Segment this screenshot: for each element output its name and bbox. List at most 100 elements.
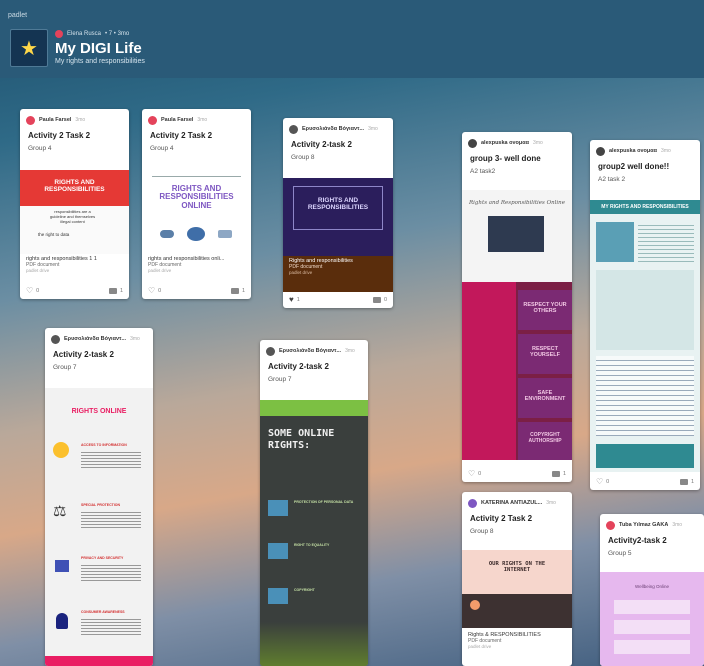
comment-button[interactable]: 1 <box>108 288 123 294</box>
like-button[interactable]: ♡ 0 <box>26 287 39 295</box>
like-button[interactable]: ♥ 1 <box>289 296 300 304</box>
poster-dark-band <box>462 594 572 628</box>
like-count: 0 <box>158 288 162 294</box>
post-title: Activity 2 Task 2 <box>28 131 91 140</box>
post-author: Ερυσολιάνδα Βόγιαντ... <box>302 126 365 132</box>
post-author: Tuba Yılmaz GAKA <box>619 522 669 528</box>
poster-text-block <box>638 222 694 262</box>
post-card[interactable]: alexpuska ονομαα 3mo group2 well done!! … <box>590 140 700 490</box>
heart-icon: ♡ <box>596 477 604 486</box>
poster-image <box>596 222 634 262</box>
post-author: alexpuska ονομαα <box>481 140 530 146</box>
like-button[interactable]: ♡ 0 <box>596 478 609 486</box>
attachment-preview[interactable]: Rights and Responsibilities Online <box>462 190 572 282</box>
tile: RESPECT YOURSELF <box>518 334 572 374</box>
post-title: Activity 2-task 2 <box>291 140 352 149</box>
post-card[interactable]: Ερυσολιάνδα Βόγιαντ... 3mo Activity 2-ta… <box>260 340 368 666</box>
heart-icon: ♡ <box>148 286 156 295</box>
section-label: PRIVACY AND SECURITY <box>81 556 124 560</box>
board-meta: • 7 • 3mo <box>105 31 130 37</box>
comment-icon <box>372 297 381 303</box>
poster-icons <box>160 226 232 242</box>
post-card[interactable]: KATERINA ANTIAZUL... 3mo Activity 2 Task… <box>462 492 572 666</box>
padlet-logo[interactable]: padlet <box>8 12 27 19</box>
post-header: Paula Farsel 3mo <box>142 109 251 127</box>
attachment-preview[interactable]: MY RIGHTS AND RESPONSIBILITIES <box>590 200 700 472</box>
attachment-source: padlet drive <box>148 268 172 273</box>
comment-count: 0 <box>383 297 387 303</box>
post-author: Ερυσολιάνδα Βόγιαντ... <box>64 336 127 342</box>
comment-button[interactable]: 1 <box>679 479 694 485</box>
poster-bottom <box>260 622 368 666</box>
attachment-preview[interactable]: Wellbeing Online <box>600 572 704 666</box>
tile: RESPECT YOUR OTHERS <box>518 290 572 330</box>
comment-count: 1 <box>690 479 694 485</box>
poster-title: Rights and Responsibilities Online <box>469 200 565 206</box>
poster-title: RIGHTS AND RESPONSIBILITIES <box>44 179 105 193</box>
attachment-info: rights and responsibilities onli... PDF … <box>142 254 251 275</box>
attachment-info: Rights and responsibilities PDF document… <box>283 256 393 292</box>
row-label: PROTECTION OF PERSONAL DATA <box>294 500 354 504</box>
attachment-info: Rights & RESPONSIBILITIES PDF document p… <box>462 630 572 651</box>
comment-count: 1 <box>562 471 566 477</box>
row-image <box>268 588 288 604</box>
post-card[interactable]: Paula Farsel 3mo Activity 2 Task 2 Group… <box>142 109 251 299</box>
post-card[interactable]: Paula Farsel 3mo Activity 2 Task 2 Group… <box>20 109 129 299</box>
section-label: ACCESS TO INFORMATION <box>81 443 127 447</box>
post-title: group 3- well done <box>470 154 541 163</box>
board-title: My DIGI Life <box>55 40 142 57</box>
attachment-preview[interactable]: RIGHTS AND RESPONSIBILITIES responsibili… <box>20 170 129 254</box>
poster-title: SOME ONLINE RIGHTS: <box>268 428 335 451</box>
comment-count: 1 <box>241 288 245 294</box>
post-body: Group 5 <box>608 550 632 557</box>
attachment-preview[interactable]: SOME ONLINE RIGHTS: PROTECTION OF PERSON… <box>260 400 368 666</box>
post-card[interactable]: alexpuska ονομαα 3mo group 3- well done … <box>462 132 572 482</box>
info-icon <box>53 442 69 458</box>
comment-button[interactable]: 1 <box>230 288 245 294</box>
post-header: Ερυσολιάνδα Βόγιαντ... 3mo <box>45 328 153 346</box>
board-author: Elena Rusca • 7 • 3mo <box>55 30 129 38</box>
poster-box <box>614 600 690 614</box>
board-header: padlet ★ Elena Rusca • 7 • 3mo My DIGI L… <box>0 0 704 78</box>
post-body: Group 7 <box>268 376 292 383</box>
post-time: 3mo <box>197 117 208 123</box>
poster-frame <box>293 186 383 230</box>
attachment-preview[interactable]: RIGHTS AND RESPONSIBILITIES <box>283 178 393 256</box>
attachment-tiles: RESPECT YOUR OTHERS RESPECT YOURSELF SAF… <box>462 282 572 460</box>
post-title: Activity 2 Task 2 <box>150 131 213 140</box>
post-header: Paula Farsel 3mo <box>20 109 129 127</box>
attachment-preview[interactable]: RIGHTS ONLINE ACCESS TO INFORMATION ⚖ SP… <box>45 388 153 666</box>
attachment-source: padlet drive <box>26 268 50 273</box>
privacy-icon <box>55 560 69 572</box>
post-body: A2 task 2 <box>598 176 626 183</box>
post-card[interactable]: Ερυσολιάνδα Βόγιαντ... 3mo Activity 2-ta… <box>283 118 393 308</box>
section-text <box>81 450 141 468</box>
row-image <box>268 543 288 559</box>
like-button[interactable]: ♡ 0 <box>148 287 161 295</box>
author-avatar <box>596 146 605 156</box>
section-text <box>81 510 141 528</box>
author-avatar <box>55 30 63 38</box>
like-button[interactable]: ♡ 0 <box>468 470 481 478</box>
post-footer: ♥ 1 0 <box>283 292 393 308</box>
comment-icon <box>230 288 239 294</box>
attachment-preview[interactable]: RIGHTS AND RESPONSIBILITIES ONLINE <box>142 170 251 254</box>
post-time: 3mo <box>75 117 86 123</box>
post-header: Ερυσολιάνδα Βόγιαντ... 3mo <box>283 118 393 136</box>
post-header: alexpuska ονομαα 3mo <box>590 140 700 158</box>
post-header: alexpuska ονομαα 3mo <box>462 132 572 150</box>
poster-box <box>614 620 690 634</box>
attachment-preview[interactable]: OUR RIGHTS ON THE INTERNET <box>462 550 572 628</box>
post-card[interactable]: Tuba Yılmaz GAKA 3mo Activity2-task 2 Gr… <box>600 514 704 666</box>
section-text <box>81 617 141 635</box>
post-author: KATERINA ANTIAZUL... <box>481 500 543 506</box>
post-time: 3mo <box>130 336 140 342</box>
comment-button[interactable]: 0 <box>372 297 387 303</box>
post-author: Paula Farsel <box>39 117 72 123</box>
comment-button[interactable]: 1 <box>551 471 566 477</box>
like-count: 1 <box>296 297 300 303</box>
post-body: Group 4 <box>28 145 52 152</box>
post-card[interactable]: Ερυσολιάνδα Βόγιαντ... 3mo Activity 2-ta… <box>45 328 153 666</box>
poster-footer-image <box>596 444 694 468</box>
poster-section <box>596 356 694 436</box>
